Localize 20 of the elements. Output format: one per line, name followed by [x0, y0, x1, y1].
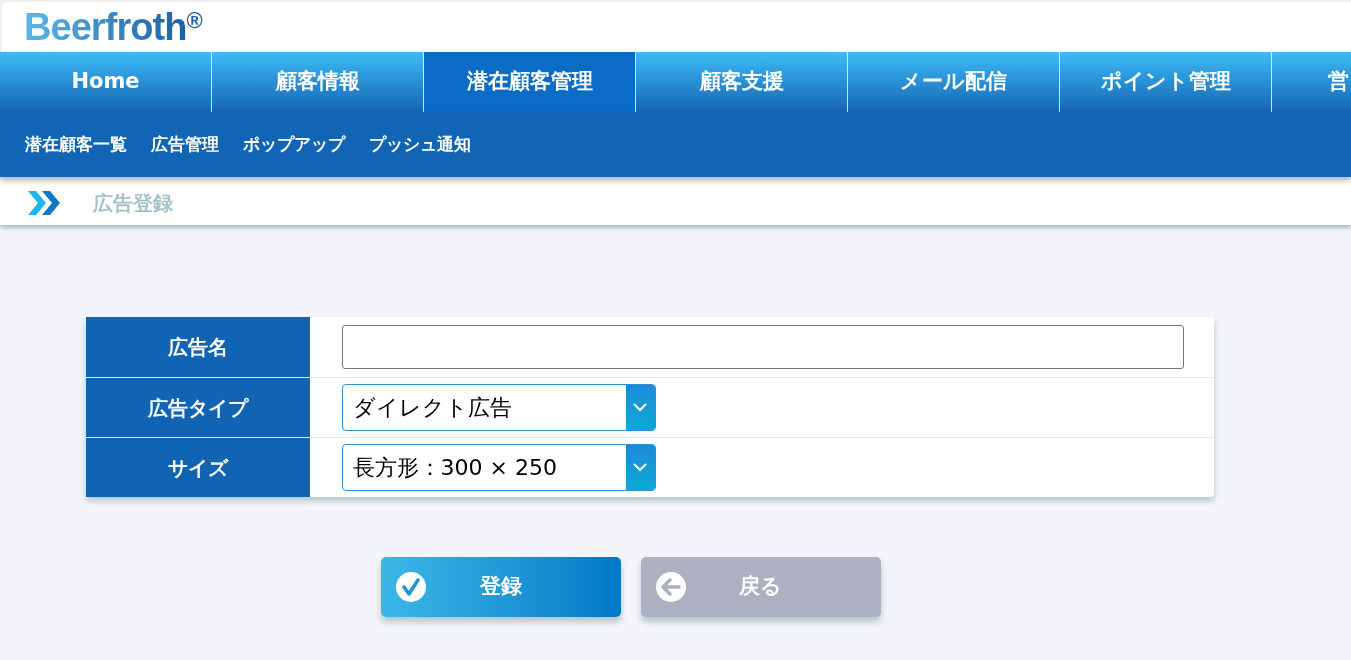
- register-button[interactable]: 登録: [380, 557, 621, 617]
- subnav-link[interactable]: 広告管理: [151, 131, 219, 158]
- select-field[interactable]: 長方形：300 × 250: [341, 444, 656, 491]
- select-field[interactable]: ダイレクト広告: [341, 384, 656, 431]
- chevron-down-icon: [633, 463, 647, 472]
- double-chevron-icon: [27, 188, 63, 217]
- subnav-link[interactable]: プッシュ通知: [369, 131, 471, 158]
- field-label: 広告名: [85, 317, 310, 377]
- input-field[interactable]: [341, 325, 1184, 369]
- subnav-link[interactable]: ポップアップ: [243, 131, 345, 158]
- chevron-down-icon: [633, 403, 647, 412]
- check-icon: [394, 571, 427, 603]
- nav-tab[interactable]: 営: [1272, 52, 1351, 112]
- page-title: 広告登録: [93, 189, 173, 217]
- registered-mark: ®: [186, 7, 203, 35]
- field-label: サイズ: [85, 438, 310, 497]
- subnav-link[interactable]: 潜在顧客一覧: [25, 131, 127, 158]
- field-label: 広告タイプ: [85, 378, 310, 437]
- nav-tab[interactable]: 潜在顧客管理: [424, 52, 636, 112]
- back-button[interactable]: 戻る: [640, 557, 881, 617]
